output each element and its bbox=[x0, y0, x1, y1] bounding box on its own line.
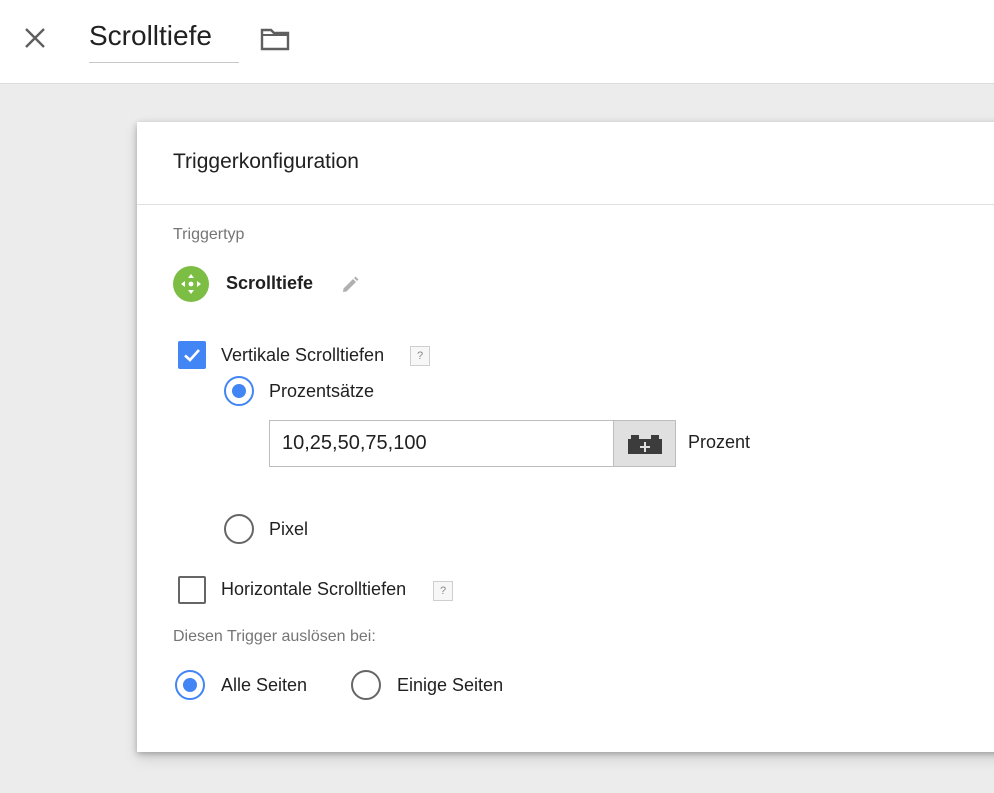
fire-on-label: Diesen Trigger auslösen bei: bbox=[173, 628, 376, 645]
card-header: Triggerkonfiguration bbox=[137, 122, 994, 205]
percent-values-input[interactable] bbox=[269, 420, 614, 467]
title-field[interactable]: Scrolltiefe bbox=[89, 16, 239, 63]
pixel-option-label: Pixel bbox=[269, 519, 309, 539]
vertical-help-icon[interactable]: ? bbox=[410, 346, 430, 366]
folder-button[interactable] bbox=[257, 24, 293, 54]
variable-brick-icon bbox=[627, 434, 662, 454]
trigger-type-label: Triggertyp bbox=[173, 226, 245, 243]
trigger-config-card: Triggerkonfiguration Triggertyp Scrollti… bbox=[137, 122, 994, 752]
edit-trigger-type-button[interactable] bbox=[338, 273, 362, 297]
horizontal-help-icon[interactable]: ? bbox=[433, 581, 453, 601]
percent-radio[interactable] bbox=[224, 376, 254, 406]
trigger-type-icon bbox=[173, 266, 209, 302]
pixel-radio[interactable] bbox=[224, 514, 254, 544]
folder-icon bbox=[260, 28, 290, 51]
pencil-icon bbox=[343, 276, 359, 292]
horizontal-scroll-label: Horizontale Scrolltiefen bbox=[221, 579, 407, 599]
trigger-type-name: Scrolltiefe bbox=[226, 273, 314, 293]
all-pages-radio[interactable] bbox=[175, 670, 205, 700]
close-button[interactable] bbox=[18, 21, 52, 55]
percent-unit-label: Prozent bbox=[688, 432, 751, 452]
some-pages-radio[interactable] bbox=[351, 670, 381, 700]
all-pages-label: Alle Seiten bbox=[221, 675, 308, 695]
some-pages-label: Einige Seiten bbox=[397, 675, 504, 695]
page-title: Scrolltiefe bbox=[89, 20, 212, 51]
checkmark-icon bbox=[184, 349, 200, 362]
vertical-scroll-checkbox[interactable] bbox=[178, 341, 206, 369]
vertical-scroll-label: Vertikale Scrolltiefen bbox=[221, 345, 385, 365]
horizontal-scroll-checkbox[interactable] bbox=[178, 576, 206, 604]
percent-option-label: Prozentsätze bbox=[269, 381, 375, 401]
insert-variable-button[interactable] bbox=[613, 420, 676, 467]
top-bar: Scrolltiefe bbox=[0, 0, 994, 84]
card-title: Triggerkonfiguration bbox=[173, 150, 359, 173]
scroll-arrows-icon bbox=[181, 274, 201, 294]
close-icon bbox=[25, 28, 45, 48]
